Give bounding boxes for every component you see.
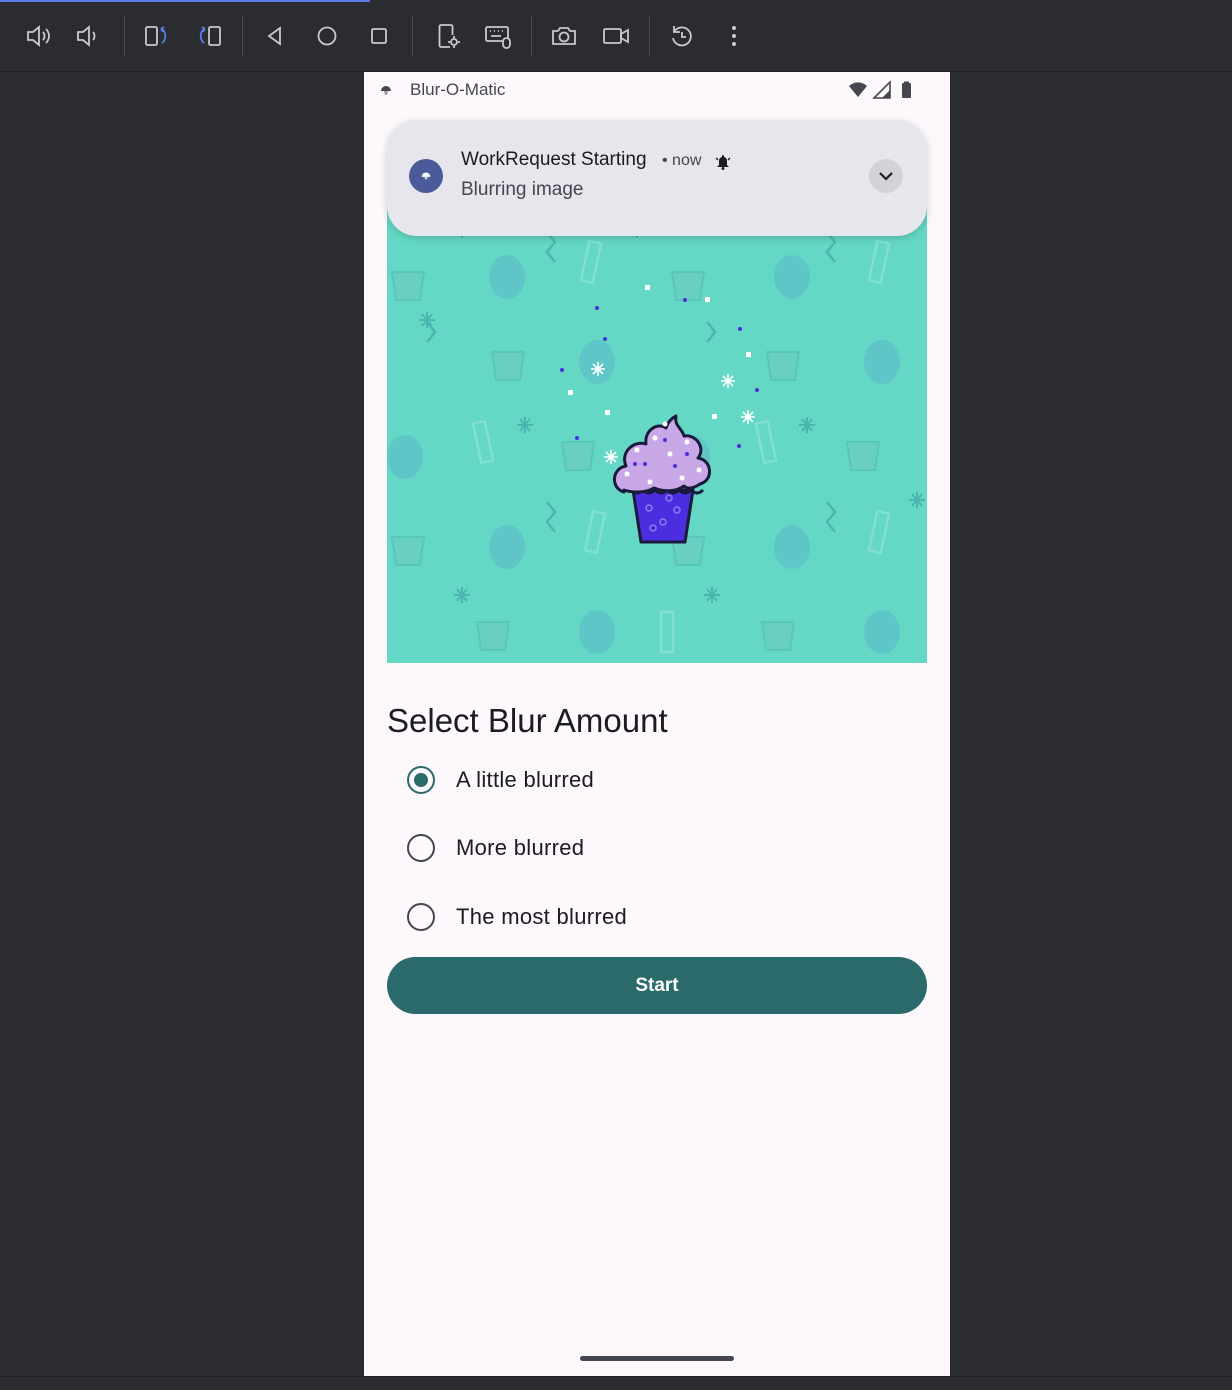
radio-button-more[interactable]: [407, 834, 435, 862]
radio-label: A little blurred: [456, 767, 595, 792]
cell-signal-icon: [872, 80, 891, 99]
radio-label: The most blurred: [456, 904, 628, 929]
chevron-down-icon: [879, 172, 893, 181]
emulator-toolbar: [0, 0, 1232, 72]
video-camera-icon[interactable]: [596, 16, 636, 56]
wifi-icon: [849, 82, 867, 97]
notification-time: • now: [662, 152, 702, 169]
camera-icon[interactable]: [544, 16, 584, 56]
device-screen: Blur-O-Matic WorkRequest Starting • now …: [364, 72, 950, 1376]
more-options-icon[interactable]: [714, 16, 754, 56]
radio-label: More blurred: [456, 835, 585, 860]
cupcake-illustration: [387, 202, 927, 663]
alert-bell-icon: [714, 153, 732, 171]
toolbar-divider: [412, 16, 413, 56]
loading-progress-bar: [0, 0, 370, 2]
battery-icon: [902, 81, 911, 98]
emulator-bottom-edge: [0, 1376, 1232, 1390]
start-button[interactable]: Start: [387, 957, 927, 1014]
app-icon: [409, 159, 443, 193]
device-settings-icon[interactable]: [428, 16, 468, 56]
reset-icon[interactable]: [662, 16, 702, 56]
radio-option-more[interactable]: More blurred: [387, 820, 927, 876]
radio-option-most[interactable]: The most blurred: [387, 889, 927, 945]
work-notification[interactable]: WorkRequest Starting • now Blurring imag…: [387, 120, 927, 236]
status-bar: Blur-O-Matic: [364, 72, 950, 108]
back-icon[interactable]: [255, 16, 295, 56]
cupcake-image: [387, 202, 927, 663]
status-icons: [848, 80, 916, 100]
navigation-gesture-bar[interactable]: [580, 1356, 734, 1361]
radio-button-most[interactable]: [407, 903, 435, 931]
keyboard-mouse-icon[interactable]: [478, 16, 518, 56]
notification-title: WorkRequest Starting: [461, 149, 647, 170]
overview-icon[interactable]: [359, 16, 399, 56]
volume-down-icon[interactable]: [68, 16, 108, 56]
volume-up-icon[interactable]: [19, 16, 59, 56]
radio-option-little[interactable]: A little blurred: [387, 752, 927, 808]
rotate-right-icon[interactable]: [189, 16, 229, 56]
toolbar-divider: [531, 16, 532, 56]
blur-amount-heading: Select Blur Amount: [387, 702, 668, 739]
status-app-title: Blur-O-Matic: [410, 80, 506, 99]
app-notification-icon: [378, 82, 394, 98]
radio-button-little[interactable]: [407, 766, 435, 794]
home-icon[interactable]: [307, 16, 347, 56]
notification-text: Blurring image: [461, 179, 584, 200]
expand-notification-button[interactable]: [869, 159, 903, 193]
toolbar-divider: [649, 16, 650, 56]
toolbar-divider: [124, 16, 125, 56]
rotate-left-icon[interactable]: [137, 16, 177, 56]
toolbar-divider: [242, 16, 243, 56]
